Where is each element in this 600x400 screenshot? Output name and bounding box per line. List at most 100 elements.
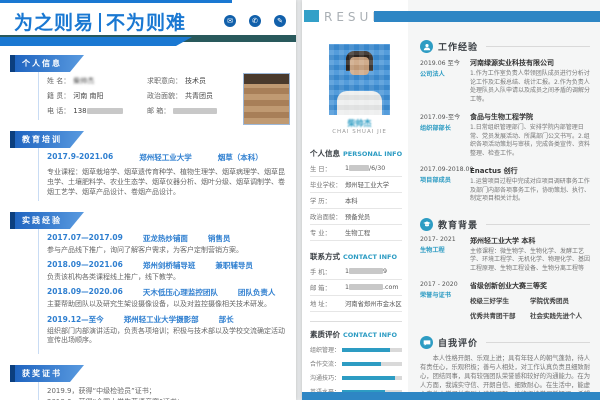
id-photo-left (243, 73, 290, 125)
sidebar-row-address: 地 址： 河南省郑州市金水区 (310, 296, 402, 312)
work-org: 河南绿源实业科技有限公司 (470, 58, 590, 68)
skill-bar-row: 组织管理： (310, 345, 402, 354)
section-ribbon-practice: 实践经验 (10, 212, 84, 229)
heading-rule (486, 224, 590, 225)
awards-content: 2019.9，获得“中级检验员”证书； 2018.6，获得“全国大学生英语竞赛”… (38, 382, 288, 400)
skill-bar-row: 沟通技巧： (310, 373, 402, 382)
honors-tag: 荣誉与证书 (420, 290, 470, 299)
honor-item: 校级三好学生 (470, 295, 530, 305)
practice-period: 2018.09—2021.06 (47, 260, 123, 271)
header-long-blue-bar (374, 11, 600, 22)
skill-track (342, 348, 402, 352)
skill-fill (342, 362, 381, 366)
award-item: 2018.6，获得“全国大学生英语竞赛”证书； (47, 397, 288, 400)
education-content: 2017.9-2021.06 郑州轻工业大学 烟草（本科） 专业课程：烟草栽培学… (38, 148, 288, 201)
left-resume-header: 为之则易不为则难 (14, 8, 186, 35)
footer-blue-bar (302, 392, 600, 400)
left-resume-body: 个人信息 姓 名：柴帅杰 求职意向：技术员 籍 贯：河南 南阳 政治面貌：共青团… (10, 51, 288, 400)
practice-role: 团队负责人 (238, 287, 276, 298)
work-period: 2017.09-2018.09 (420, 166, 470, 173)
header-blue-band (0, 37, 192, 46)
chat-bubble-icon (420, 336, 433, 349)
sidebar-row-email: 邮 箱： 1.com (310, 280, 402, 296)
sidebar-row-political: 政治面貌： 预备党员 (310, 209, 402, 225)
practice-org: 亚龙热炒铺面 (143, 233, 188, 244)
practice-role: 兼职辅导员 (215, 260, 253, 271)
skill-track (342, 376, 402, 380)
practice-entry: 2018.09—2020.06 天木低压心理监控团队 团队负责人 主要帮助团队以… (47, 287, 288, 309)
field-hometown: 籍 贯：河南 南阳 (47, 91, 147, 101)
email-mosaic-right (349, 284, 383, 290)
education-major: 生物工程 (420, 245, 470, 254)
education-period: 2017- 2021 (420, 236, 470, 243)
honors-entry: 2017 - 2020 荣誉与证书 省级创新创业大赛三等奖 校级三好学生 学院优… (420, 281, 590, 320)
work-role: 项目部成员 (420, 175, 470, 184)
practice-content: 2017.07—2017.09 亚龙热炒铺面 销售员 参与产品线下推广，询问了解… (38, 229, 288, 354)
work-role: 组织部部长 (420, 123, 470, 132)
right-main-column: 工作经验 2019.06 至今 公司法人 河南绿源实业科技有限公司 1.作为工作… (420, 34, 590, 400)
education-header-row: 2017.9-2021.06 郑州轻工业大学 烟草（本科） (47, 152, 288, 163)
sidebar-divider (310, 321, 402, 322)
practice-entry: 2017.07—2017.09 亚龙热炒铺面 销售员 参与产品线下推广，询问了解… (47, 233, 288, 255)
work-entry: 2017.09-2018.09 项目部成员 Enactus 创行 1.运营项目过… (420, 166, 590, 204)
practice-org: 郑州剑桥辅导班 (143, 260, 196, 271)
practice-org: 天木低压心理监控团队 (143, 287, 218, 298)
candidate-name: 柴帅杰 (329, 118, 390, 129)
education-entry: 2017- 2021 生物工程 郑州轻工业大学 本科 主修课程：微生物学、生物化… (420, 236, 590, 274)
title-divider (99, 13, 101, 32)
section-ribbon-education: 教育培训 (10, 131, 84, 148)
user-icon (420, 40, 433, 53)
main-heading-education: 教育背景 (420, 218, 590, 231)
practice-entry: 2018.09—2021.06 郑州剑桥辅导班 兼职辅导员 负责该机构各类课程线… (47, 260, 288, 282)
phone-mosaic-right (349, 268, 383, 274)
resume-preview-canvas: 为之则易不为则难 ✉ ✆ ✎ 个人信息 姓 名：柴帅杰 求职意向：技术员 籍 贯… (0, 0, 600, 400)
graduation-cap-icon (420, 218, 433, 231)
photo-mosaic-overlay (329, 44, 390, 115)
work-entry: 2017.09-至今 组织部部长 食品与生物工程学院 1.日常组织管理部门、安排… (420, 112, 590, 158)
practice-desc: 负责该机构各类课程线上推广，线下教学。 (47, 273, 288, 282)
sidebar-heading-quality: 素质评价CONTACT INFO (310, 329, 402, 340)
title-motto-part1: 为之则易 (14, 12, 94, 34)
phone-mosaic (87, 108, 123, 114)
sidebar-row-degree: 学 历： 本科 (310, 193, 402, 209)
honor-item: 优秀共青团干部 (470, 310, 530, 320)
education-courses: 主修课程：微生物学、生物化学、发酵工艺学、环境工程学、无机化学、物理化学、基因工… (470, 248, 590, 274)
skill-track (342, 362, 402, 366)
skill-bar-row: 合作交流： (310, 359, 402, 368)
top-accent-strip (0, 0, 232, 3)
heading-rule (486, 342, 590, 343)
mail-icon: ✉ (224, 15, 236, 27)
practice-period: 2017.07—2017.09 (47, 233, 123, 244)
skill-fill (342, 376, 395, 380)
education-period: 2017.9-2021.06 (47, 152, 113, 163)
honors-period: 2017 - 2020 (420, 281, 470, 288)
phone-icon: ✆ (249, 15, 261, 27)
section-practice-experience: 实践经验 2017.07—2017.09 亚龙热炒铺面 销售员 参与产品线下推广… (10, 208, 288, 354)
practice-role: 销售员 (208, 233, 231, 244)
section-personal-info: 个人信息 姓 名：柴帅杰 求职意向：技术员 籍 贯：河南 南阳 政治面貌：共青团… (10, 51, 288, 120)
honors-grid: 校级三好学生 学院优秀团员 优秀共青团干部 社会实践先进个人 (470, 295, 590, 320)
practice-entry: 2019.12—至今 郑州轻工业大学摄影部 部长 组织部门内部演讲活动，负责各项… (47, 314, 288, 345)
edit-icon: ✎ (274, 15, 286, 27)
contact-icon-row: ✉ ✆ ✎ (224, 15, 286, 27)
honor-item: 社会实践先进个人 (530, 310, 590, 320)
section-awards: 获奖证书 2019.9，获得“中级检验员”证书； 2018.6，获得“全国大学生… (10, 361, 288, 400)
education-school: 郑州轻工业大学 (139, 152, 192, 163)
name-value: 柴帅杰 (73, 77, 94, 85)
work-entry: 2019.06 至今 公司法人 河南绿源实业科技有限公司 1.作为工作室负责人带… (420, 58, 590, 104)
right-resume-page: RESUME 柴帅杰 CHAI SHUAI JIE 个人信息PERSONAL I… (302, 0, 600, 400)
sidebar-heading-contact: 联系方式CONTACT INFO (310, 251, 402, 262)
practice-desc: 主要帮助团队以及研究生架设摄像设备，以及对监控摄像相关技术研发。 (47, 300, 288, 309)
education-school-degree: 郑州轻工业大学 本科 (470, 236, 590, 246)
sidebar-row-phone: 手 机： 19 (310, 264, 402, 280)
sidebar-heading-personal: 个人信息PERSONAL INFO (310, 148, 402, 159)
email-mosaic (173, 108, 217, 114)
work-period: 2017.09-至今 (420, 112, 470, 121)
personal-info-grid: 姓 名：柴帅杰 求职意向：技术员 籍 贯：河南 南阳 政治面貌：共青团员 电 话… (47, 76, 272, 116)
work-period: 2019.06 至今 (420, 58, 470, 67)
field-name: 姓 名：柴帅杰 (47, 76, 147, 86)
work-role: 公司法人 (420, 69, 470, 78)
practice-org: 郑州轻工业大学摄影部 (124, 314, 199, 325)
personal-info-content: 姓 名：柴帅杰 求职意向：技术员 籍 贯：河南 南阳 政治面貌：共青团员 电 话… (38, 72, 288, 120)
work-org: 食品与生物工程学院 (470, 112, 590, 122)
